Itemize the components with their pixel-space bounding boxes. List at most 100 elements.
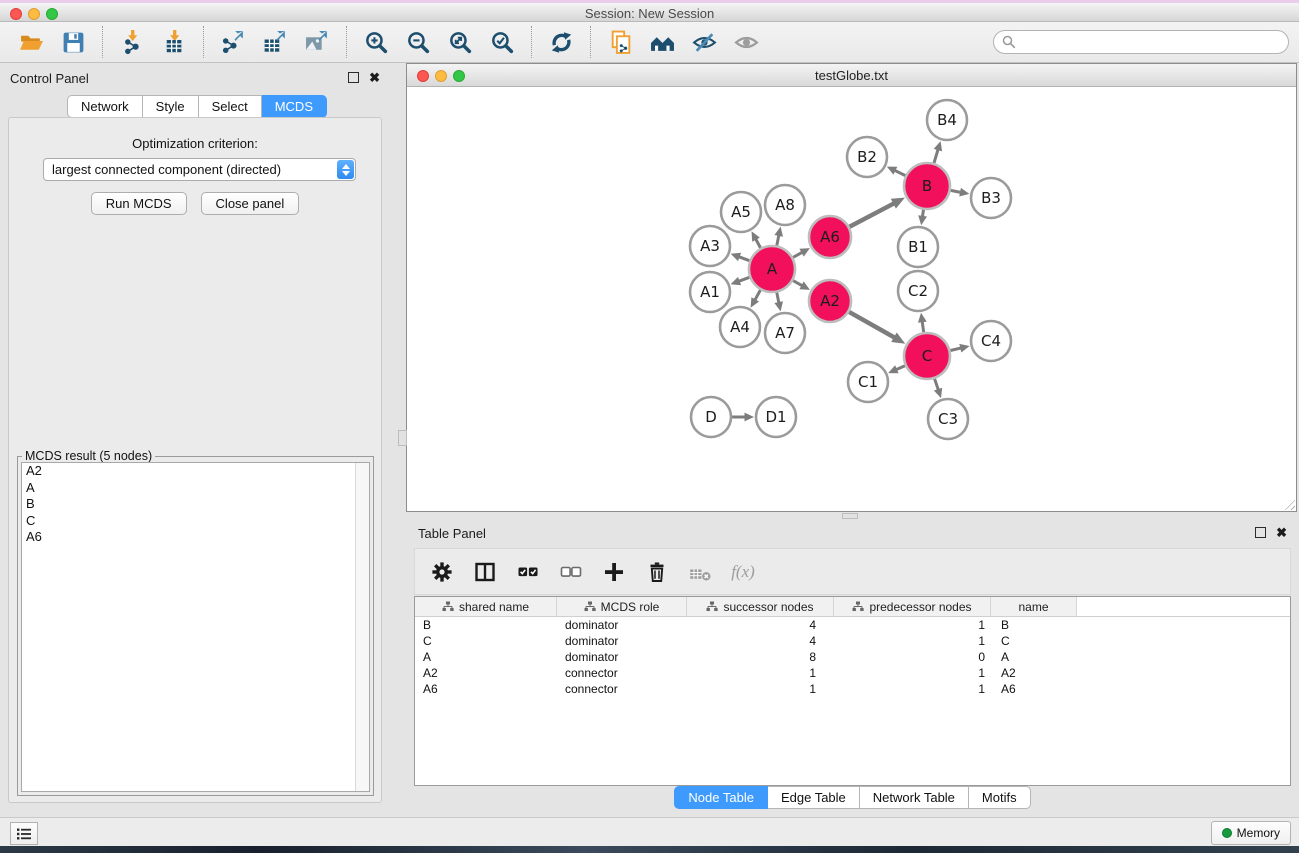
table-cell[interactable] [1077,633,1290,649]
export-network-button[interactable] [212,24,254,60]
tab-mcds[interactable]: MCDS [262,95,327,118]
tab-motifs[interactable]: Motifs [969,786,1031,809]
import-table-button[interactable] [153,24,195,60]
close-table-panel-icon[interactable]: ✖ [1276,528,1287,538]
table-cell[interactable]: B [415,617,557,633]
tab-node-table[interactable]: Node Table [674,786,768,809]
table-cell[interactable]: 8 [687,649,834,665]
save-session-button[interactable] [52,24,94,60]
export-image-button[interactable] [296,24,338,60]
search-input[interactable] [1021,34,1275,51]
table-row[interactable]: Adominator80A [415,649,1290,665]
import-network-button[interactable] [111,24,153,60]
table-cell[interactable]: 1 [687,665,834,681]
result-list-scrollbar[interactable] [355,463,369,791]
memory-button[interactable]: Memory [1211,821,1291,845]
network-window-titlebar[interactable]: testGlobe.txt [407,64,1296,87]
network-graph-canvas[interactable]: B4B2BB3A8A5A6B1A3AC2A1A2A4A7C4CC1C3DD1 [407,87,1296,511]
table-cell[interactable]: A [991,649,1077,665]
new-network-from-selection-button[interactable] [599,24,641,60]
table-cell[interactable]: B [991,617,1077,633]
tab-network[interactable]: Network [67,95,143,118]
edge-B-B4[interactable] [934,148,938,163]
tab-select[interactable]: Select [199,95,262,118]
hide-selected-button[interactable] [683,24,725,60]
edge-B-B2[interactable] [894,170,906,176]
toggle-columns-button[interactable] [472,559,498,585]
column-header-shared-name[interactable]: shared name [415,597,557,616]
zoom-in-button[interactable] [355,24,397,60]
table-cell[interactable]: 1 [687,681,834,697]
open-session-button[interactable] [10,24,52,60]
table-row[interactable]: Bdominator41B [415,617,1290,633]
table-cell[interactable] [1077,617,1290,633]
zoom-fit-button[interactable] [439,24,481,60]
column-header-successor-nodes[interactable]: successor nodes [687,597,834,616]
table-cell[interactable]: dominator [557,617,687,633]
table-cell[interactable] [1077,665,1290,681]
close-panel-icon[interactable]: ✖ [369,73,380,83]
mcds-result-item[interactable]: B [22,496,369,513]
select-all-button[interactable] [515,559,541,585]
table-row[interactable]: A6connector11A6 [415,681,1290,697]
tab-style[interactable]: Style [143,95,199,118]
criterion-select[interactable]: largest connected component (directed) [43,158,356,181]
table-cell[interactable]: dominator [557,633,687,649]
mcds-result-item[interactable]: A6 [22,529,369,546]
column-header-name[interactable]: name [991,597,1077,616]
network-view-window: testGlobe.txt B4B2BB3A8A5A6B1A3AC2A1A2A4… [406,63,1297,512]
table-cell[interactable]: 0 [834,649,991,665]
table-cell[interactable] [1077,681,1290,697]
mcds-result-item[interactable]: C [22,513,369,530]
apply-preferred-layout-button[interactable] [540,24,582,60]
deselect-all-button[interactable] [558,559,584,585]
table-cell[interactable]: 1 [834,665,991,681]
table-row[interactable]: A2connector11A2 [415,665,1290,681]
mcds-result-item[interactable]: A2 [22,463,369,480]
table-cell[interactable]: C [991,633,1077,649]
os-titlebar[interactable]: Session: New Session [0,0,1299,22]
vertical-splitter-grip[interactable] [398,430,407,446]
table-settings-button[interactable] [429,559,455,585]
table-cell[interactable]: A2 [991,665,1077,681]
table-cell[interactable]: connector [557,665,687,681]
table-cell[interactable]: A [415,649,557,665]
table-cell[interactable]: A6 [415,681,557,697]
table-cell[interactable]: 4 [687,617,834,633]
mcds-result-item[interactable]: A [22,480,369,497]
table-cell[interactable] [1077,649,1290,665]
column-header-MCDS-role[interactable]: MCDS role [557,597,687,616]
add-column-button[interactable] [601,559,627,585]
show-all-button[interactable] [725,24,767,60]
table-cell[interactable]: 4 [687,633,834,649]
memory-label: Memory [1237,826,1280,840]
search-field[interactable] [993,30,1289,54]
first-neighbors-button[interactable] [641,24,683,60]
tab-network-table[interactable]: Network Table [860,786,969,809]
column-header-predecessor-nodes[interactable]: predecessor nodes [834,597,991,616]
table-cell[interactable]: dominator [557,649,687,665]
table-cell[interactable]: C [415,633,557,649]
table-cell[interactable]: 1 [834,681,991,697]
table-row[interactable]: Cdominator41C [415,633,1290,649]
delete-columns-button[interactable] [644,559,670,585]
table-cell[interactable]: A6 [991,681,1077,697]
zoom-out-button[interactable] [397,24,439,60]
tab-edge-table[interactable]: Edge Table [768,786,860,809]
mcds-result-list[interactable]: A2ABCA6 [21,462,370,792]
close-panel-button[interactable]: Close panel [201,192,300,215]
edge-A2-C[interactable] [849,312,896,338]
zoom-selected-button[interactable] [481,24,523,60]
table-cell[interactable]: 1 [834,633,991,649]
float-panel-icon[interactable] [348,72,359,83]
float-table-panel-icon[interactable] [1255,527,1266,538]
delete-table-icon [689,561,711,583]
table-cell[interactable]: connector [557,681,687,697]
export-table-button[interactable] [254,24,296,60]
run-mcds-button[interactable]: Run MCDS [91,192,187,215]
edge-A6-B[interactable] [850,203,896,227]
table-cell[interactable]: 1 [834,617,991,633]
table-cell[interactable]: A2 [415,665,557,681]
task-history-button[interactable] [10,822,38,845]
horizontal-splitter-grip[interactable] [842,513,858,519]
